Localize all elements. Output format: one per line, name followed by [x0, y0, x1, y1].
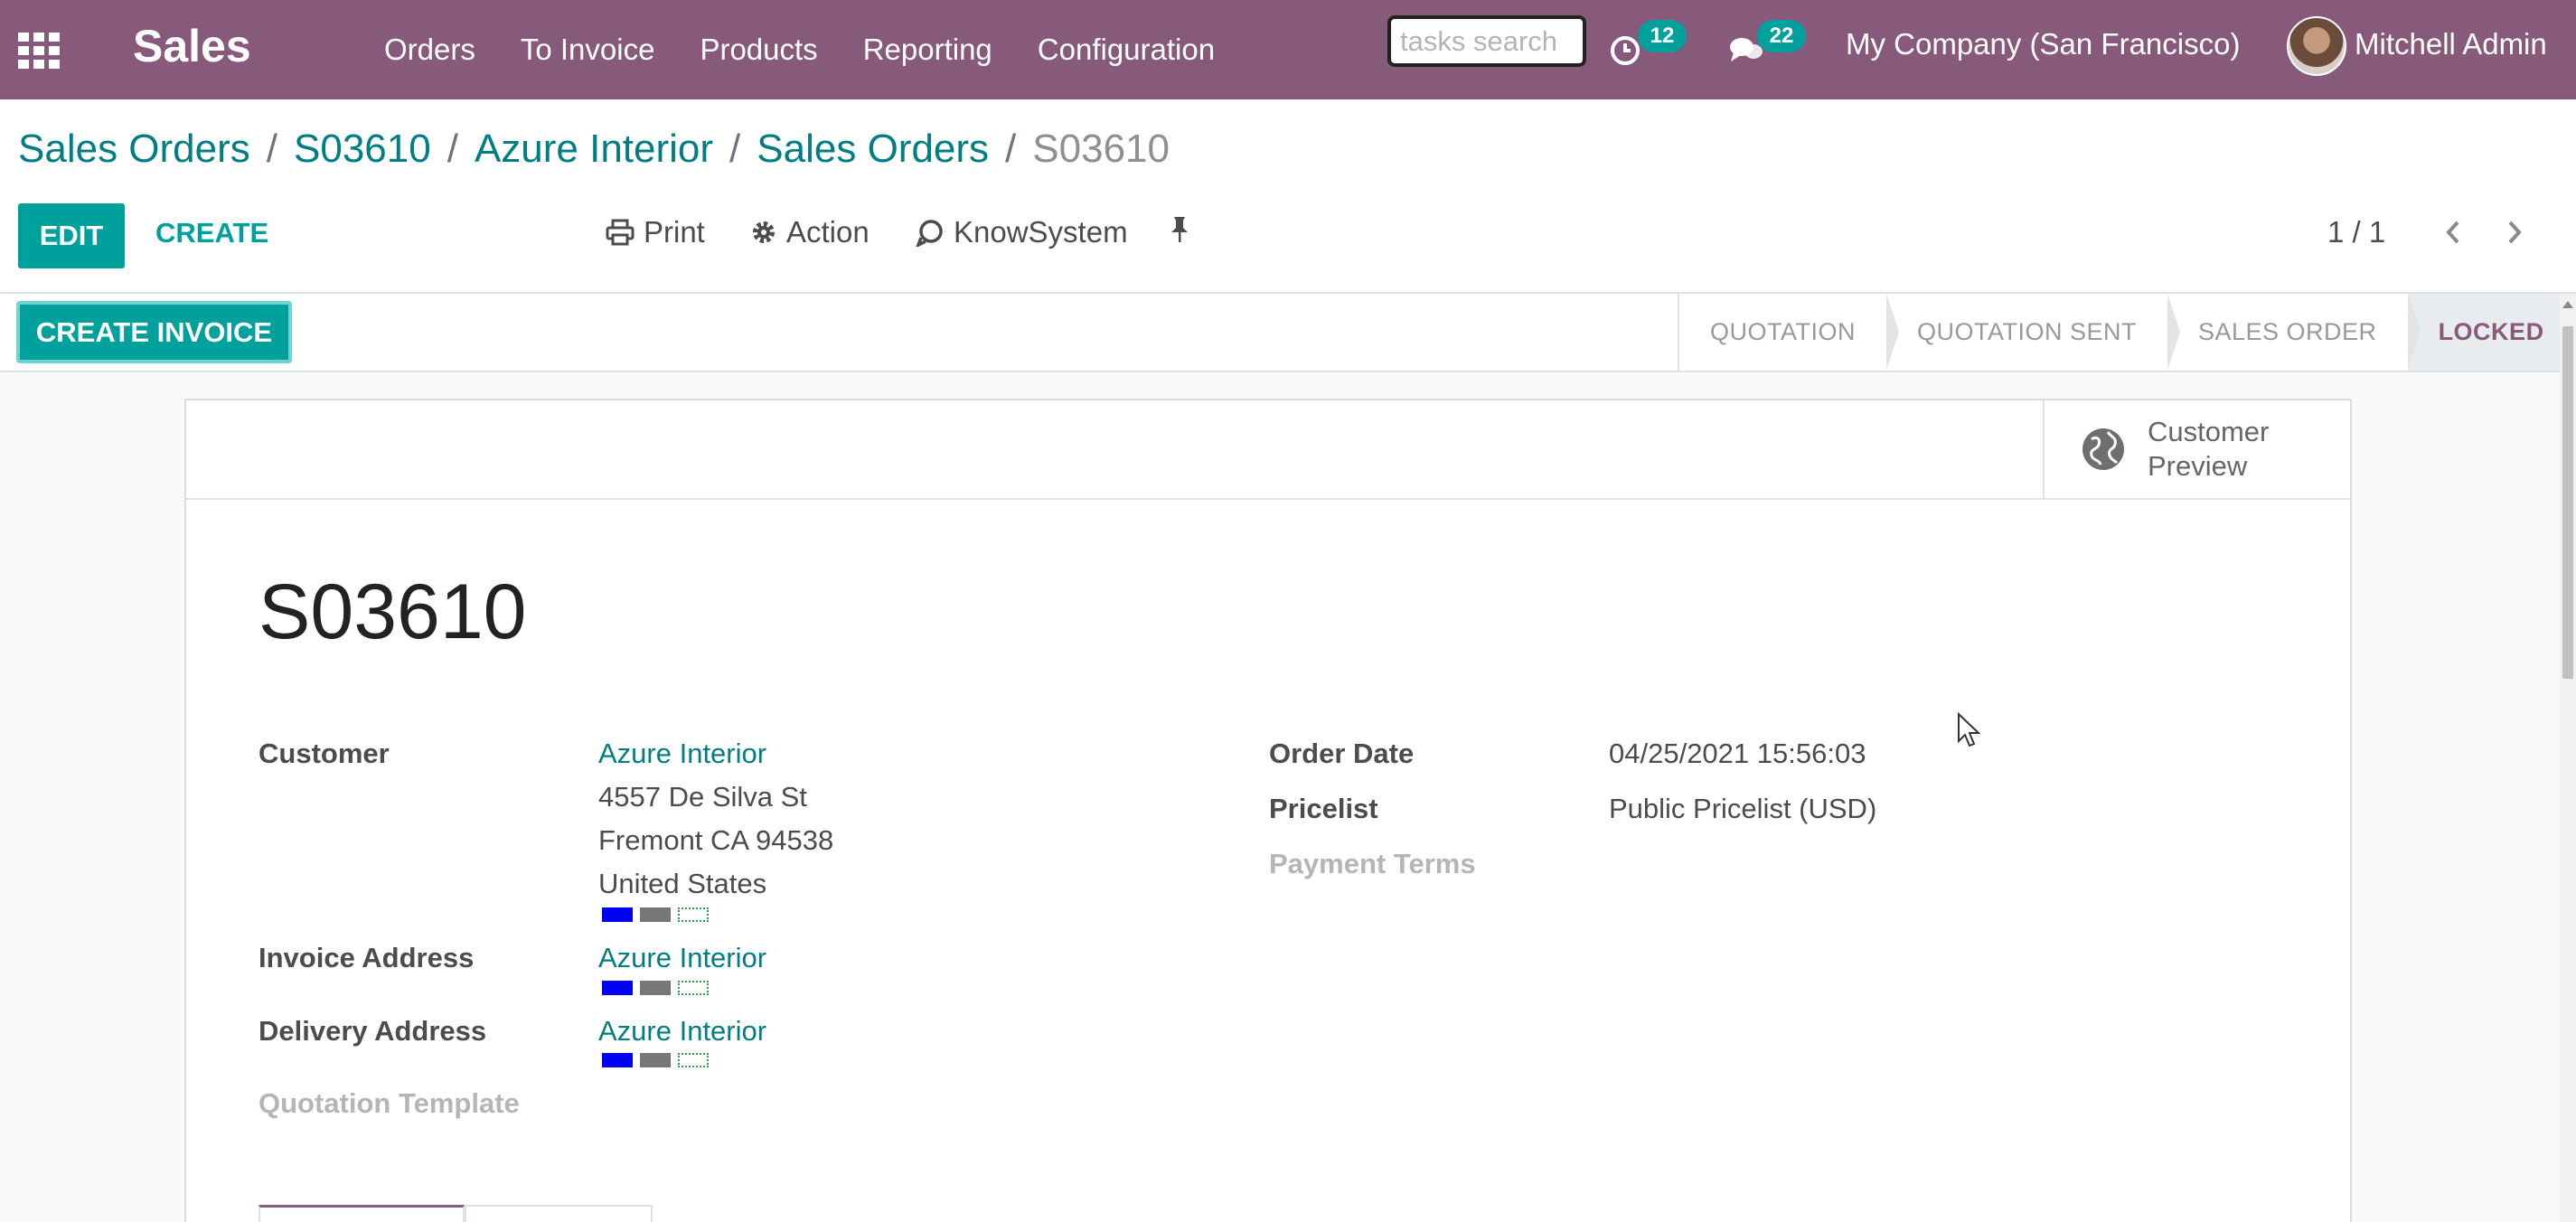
color-swatch-blue	[602, 981, 633, 995]
breadcrumb-order[interactable]: S03610	[294, 127, 431, 172]
order-date-value: 04/25/2021 15:56:03	[1609, 738, 1866, 769]
mouse-cursor-icon	[1958, 712, 1981, 747]
company-switcher[interactable]: My Company (San Francisco)	[1846, 27, 2240, 61]
stage-pipeline: QUOTATION QUOTATION SENT SALES ORDER LOC…	[1678, 294, 2575, 371]
user-menu[interactable]: Mitchell Admin	[2355, 27, 2547, 61]
messages-count-badge: 22	[1757, 20, 1806, 52]
menu-item-configuration[interactable]: Configuration	[1038, 33, 1215, 67]
action-label: Action	[786, 215, 870, 249]
customer-preview-button[interactable]: Customer Preview	[2043, 400, 2350, 498]
create-button[interactable]: CREATE	[155, 217, 268, 249]
color-swatch-gray	[640, 1053, 671, 1067]
pager-previous-button[interactable]	[2435, 213, 2471, 251]
form-sheet: Customer Preview S03610 Customer Azure I…	[184, 399, 2352, 1222]
pin-button[interactable]	[1169, 215, 1199, 244]
color-swatch-dotted	[678, 1053, 709, 1067]
notebook-tabs	[259, 1205, 653, 1222]
scroll-up-arrow-icon[interactable]	[2562, 301, 2573, 308]
clock-icon	[1611, 36, 1640, 65]
globe-icon	[2082, 428, 2124, 470]
top-navbar: Sales Orders To Invoice Products Reporti…	[0, 0, 2576, 99]
order-name-title: S03610	[259, 569, 527, 655]
customer-color-tags	[602, 907, 716, 922]
print-label: Print	[644, 215, 705, 249]
chevron-left-icon	[2446, 221, 2459, 244]
activity-menu[interactable]: 12	[1609, 20, 1687, 72]
breadcrumb-separator: /	[447, 127, 458, 171]
apps-menu-icon[interactable]	[18, 33, 60, 69]
customer-label: Customer	[259, 738, 390, 769]
stage-locked[interactable]: LOCKED	[2407, 294, 2575, 371]
tasks-search-input[interactable]	[1387, 15, 1586, 67]
knowsystem-label: KnowSystem	[954, 215, 1128, 249]
app-title[interactable]: Sales	[133, 20, 251, 72]
menu-item-reporting[interactable]: Reporting	[863, 33, 992, 67]
stage-sales-order[interactable]: SALES ORDER	[2167, 294, 2421, 371]
main-menu: Orders To Invoice Products Reporting Con…	[362, 0, 1237, 99]
speech-bubble-icon	[916, 220, 943, 247]
edit-button[interactable]: EDIT	[18, 203, 125, 268]
stage-quotation-sent[interactable]: QUOTATION SENT	[1886, 294, 2180, 371]
breadcrumb-customer[interactable]: Azure Interior	[475, 127, 713, 172]
color-swatch-gray	[640, 981, 671, 995]
menu-item-orders[interactable]: Orders	[384, 33, 475, 67]
messages-menu[interactable]: 22	[1728, 20, 1806, 72]
breadcrumb-current: S03610	[1032, 127, 1170, 171]
customer-address-city: Fremont CA 94538	[598, 824, 834, 856]
smart-button-box: Customer Preview	[186, 400, 2350, 500]
color-swatch-gray	[640, 907, 671, 922]
tab-other-info[interactable]	[465, 1205, 653, 1222]
pager-next-button[interactable]	[2496, 213, 2533, 251]
knowsystem-menu[interactable]: KnowSystem	[916, 215, 1128, 249]
color-swatch-blue	[602, 907, 633, 922]
invoice-color-tags	[602, 981, 716, 995]
breadcrumb-sales-orders-2[interactable]: Sales Orders	[757, 127, 989, 172]
breadcrumb-sales-orders[interactable]: Sales Orders	[18, 127, 250, 172]
activity-count-badge: 12	[1638, 20, 1687, 52]
invoice-address-link[interactable]: Azure Interior	[598, 942, 766, 974]
customer-link[interactable]: Azure Interior	[598, 738, 766, 770]
delivery-address-link[interactable]: Azure Interior	[598, 1015, 766, 1048]
printer-icon	[606, 219, 635, 246]
tab-order-lines[interactable]	[259, 1205, 465, 1222]
breadcrumb: Sales Orders / S03610 / Azure Interior /…	[18, 127, 1170, 172]
color-swatch-dotted	[678, 981, 709, 995]
quotation-template-label: Quotation Template	[259, 1087, 520, 1119]
customer-address-country: United States	[598, 868, 767, 899]
print-menu[interactable]: Print	[606, 215, 705, 249]
delivery-address-label: Delivery Address	[259, 1015, 487, 1047]
color-swatch-dotted	[678, 907, 709, 922]
customer-preview-label-2: Preview	[2148, 450, 2248, 482]
chevron-right-icon	[2508, 221, 2522, 244]
pricelist-value[interactable]: Public Pricelist (USD)	[1609, 793, 1876, 825]
breadcrumb-separator: /	[729, 127, 741, 171]
stage-quotation[interactable]: QUOTATION	[1679, 294, 1899, 371]
customer-address-street: 4557 De Silva St	[598, 781, 807, 813]
invoice-address-label: Invoice Address	[259, 942, 475, 973]
pager-value[interactable]: 1 / 1	[2327, 215, 2385, 249]
create-invoice-button[interactable]: CREATE INVOICE	[16, 301, 292, 363]
menu-item-products[interactable]: Products	[700, 33, 817, 67]
pin-icon	[1171, 217, 1188, 242]
customer-preview-label-1: Customer	[2148, 416, 2270, 447]
vertical-scrollbar[interactable]	[2560, 294, 2576, 1222]
menu-item-to-invoice[interactable]: To Invoice	[521, 33, 655, 67]
color-swatch-blue	[602, 1053, 633, 1067]
breadcrumb-separator: /	[1005, 127, 1017, 171]
gear-icon	[753, 221, 775, 243]
user-avatar[interactable]	[2287, 16, 2346, 76]
status-bar: CREATE INVOICE QUOTATION QUOTATION SENT …	[0, 294, 2575, 372]
payment-terms-label: Payment Terms	[1269, 848, 1476, 879]
pricelist-label: Pricelist	[1269, 793, 1378, 824]
breadcrumb-separator: /	[266, 127, 277, 171]
action-menu[interactable]: Action	[750, 215, 870, 249]
delivery-color-tags	[602, 1053, 716, 1067]
control-panel: Sales Orders / S03610 / Azure Interior /…	[0, 99, 2576, 294]
scrollbar-thumb[interactable]	[2562, 326, 2573, 679]
order-date-label: Order Date	[1269, 738, 1415, 769]
